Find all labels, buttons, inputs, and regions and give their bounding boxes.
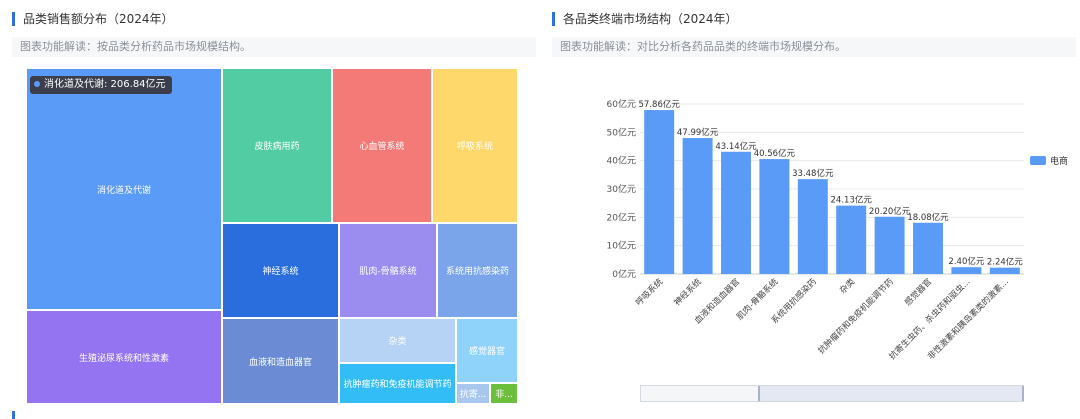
- y-tick-label: 30亿元: [607, 183, 636, 195]
- x-tick-label: 非性激素和胰岛素类的激素...: [925, 276, 1011, 362]
- bar[interactable]: [797, 179, 828, 274]
- bar[interactable]: [682, 138, 713, 274]
- bar[interactable]: [951, 267, 982, 274]
- bar-value-label: 43.14亿元: [715, 141, 757, 152]
- bar-value-label: 20.20亿元: [869, 206, 911, 217]
- x-tick-label: 感觉器官: [902, 276, 934, 308]
- x-tick-label: 呼吸系统: [633, 276, 665, 308]
- bar[interactable]: [913, 222, 943, 274]
- bar-value-label: 2.40亿元: [948, 256, 984, 267]
- y-tick-label: 40亿元: [607, 155, 636, 167]
- bar-value-label: 33.48亿元: [792, 168, 834, 179]
- data-zoom-slider[interactable]: [640, 385, 1024, 402]
- bar-value-label: 18.08亿元: [907, 212, 949, 223]
- bar-value-label: 2.24亿元: [987, 257, 1023, 268]
- y-tick-label: 0亿元: [612, 268, 636, 280]
- x-tick-label: 杂类: [838, 276, 858, 296]
- bar-value-label: 57.86亿元: [639, 99, 681, 110]
- bar[interactable]: [989, 267, 1020, 274]
- bar-value-label: 47.99亿元: [677, 127, 719, 138]
- bar-value-label: 24.13亿元: [831, 195, 873, 206]
- legend-swatch: [1030, 156, 1046, 165]
- chart-legend[interactable]: 电商: [1030, 154, 1068, 167]
- x-tick-label: 抗寄生虫药、杀虫药和驱虫...: [887, 276, 973, 362]
- bar[interactable]: [836, 205, 867, 274]
- bar[interactable]: [721, 151, 751, 274]
- y-tick-label: 60亿元: [607, 98, 636, 110]
- bar-chart: 0亿元 10亿元 20亿元 30亿元 40亿元 50亿元 60亿元 57.86亿元呼吸系统 47…: [607, 98, 1024, 362]
- bar[interactable]: [644, 110, 675, 275]
- data-zoom-window[interactable]: [758, 386, 1024, 401]
- y-tick-label: 50亿元: [607, 126, 636, 138]
- y-tick-label: 10亿元: [607, 240, 636, 252]
- x-tick-label: 抗肿瘤药和免疫机能调节药: [816, 276, 896, 356]
- bar[interactable]: [759, 159, 790, 274]
- bar[interactable]: [874, 216, 905, 274]
- bar-value-label: 40.56亿元: [754, 148, 796, 159]
- y-tick-label: 20亿元: [607, 211, 636, 223]
- x-tick-label: 神经系统: [672, 276, 704, 308]
- legend-label: 电商: [1050, 157, 1069, 167]
